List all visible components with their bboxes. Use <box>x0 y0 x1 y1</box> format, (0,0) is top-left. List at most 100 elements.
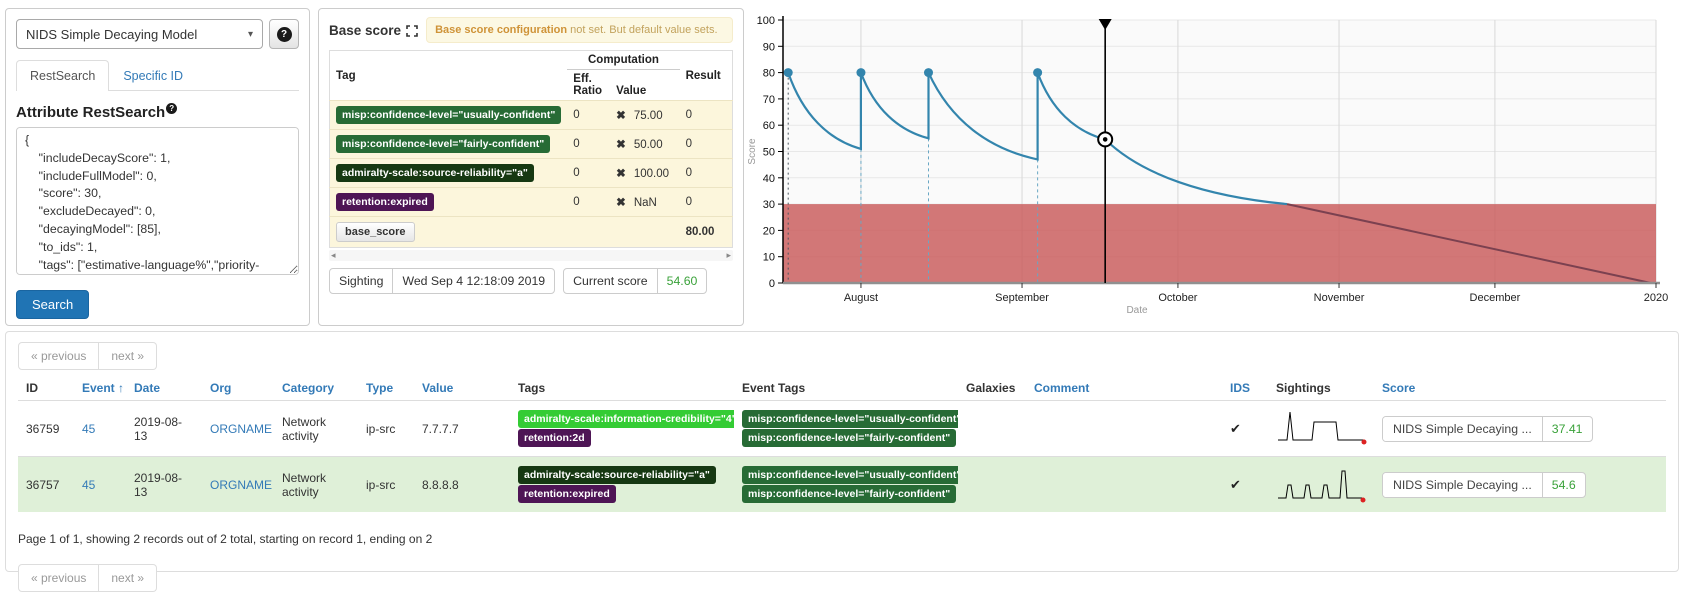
x-tick-label: December <box>1470 292 1521 304</box>
cutoff-zone <box>783 204 1656 283</box>
next-page-button[interactable]: next » <box>99 342 157 370</box>
column-header-date[interactable]: Date <box>126 376 202 401</box>
tab-specific-id[interactable]: Specific ID <box>109 60 197 91</box>
attribute-value: 7.7.7.7 <box>414 401 510 457</box>
attribute-category: Network activity <box>274 401 358 457</box>
attribute-date: 2019-08-13 <box>126 457 202 513</box>
column-header-category[interactable]: Category <box>274 376 358 401</box>
sighting-label: Sighting <box>330 269 392 293</box>
column-header-event[interactable]: Event ↑ <box>74 376 126 401</box>
y-tick-label: 70 <box>763 94 775 106</box>
column-header-ids[interactable]: IDS <box>1222 376 1268 401</box>
org-link[interactable]: ORGNAME <box>210 422 272 436</box>
score-value: 37.41 <box>1542 417 1592 441</box>
previous-page-button[interactable]: « previous <box>18 342 99 370</box>
sort-arrow-icon: ↑ <box>115 381 124 395</box>
sightings-sparkline <box>1276 463 1368 503</box>
event-link[interactable]: 45 <box>82 422 95 436</box>
attribute-tags: admiralty-scale:information-credibility=… <box>510 401 734 457</box>
ids-check-icon: ✔ <box>1230 421 1241 436</box>
column-header-type[interactable]: Type <box>358 376 414 401</box>
sighting-dot[interactable] <box>1033 68 1042 77</box>
y-tick-label: 40 <box>763 173 775 185</box>
pagination-top: « previous next » <box>18 342 157 370</box>
base-score-result: 80.00 <box>686 226 715 238</box>
tag-badge[interactable]: misp:confidence-level="usually-confident… <box>742 410 958 428</box>
score-group: NIDS Simple Decaying ...54.6 <box>1382 472 1586 498</box>
horizontal-scrollbar[interactable]: ◂ ▸ <box>329 250 733 261</box>
tab-restsearch[interactable]: RestSearch <box>16 60 109 91</box>
column-header-org[interactable]: Org <box>202 376 274 401</box>
eff-ratio-value: 0 <box>567 159 610 188</box>
col-computation: Computation <box>567 51 679 70</box>
base-score-panel: Base score Base score configuration not … <box>318 8 744 326</box>
org-link[interactable]: ORGNAME <box>210 478 272 492</box>
x-tick-label: November <box>1314 292 1365 304</box>
attribute-row: 36759452019-08-13ORGNAMENetwork activity… <box>18 401 1666 457</box>
result-value: 0 <box>680 130 733 159</box>
multiply-icon: ✖ <box>616 197 626 209</box>
galaxies-cell <box>958 457 1026 513</box>
column-header-galaxies: Galaxies <box>958 376 1026 401</box>
x-tick-label: September <box>995 292 1049 304</box>
sighting-dot[interactable] <box>924 68 933 77</box>
search-tabs: RestSearch Specific ID <box>16 59 299 91</box>
base-score-table: Tag Computation Result Eff.Ratio Value m… <box>329 50 733 248</box>
decay-score-chart[interactable]: 0102030405060708090100AugustSeptemberOct… <box>745 6 1665 336</box>
column-header-score[interactable]: Score <box>1374 376 1666 401</box>
previous-page-button[interactable]: « previous <box>18 564 99 592</box>
y-tick-label: 60 <box>763 120 775 132</box>
search-button[interactable]: Search <box>16 290 89 319</box>
tag-badge[interactable]: admiralty-scale:information-credibility=… <box>518 410 734 428</box>
score-model-button[interactable]: NIDS Simple Decaying ... <box>1383 417 1542 441</box>
attribute-type: ip-src <box>358 457 414 513</box>
tag-badge[interactable]: admiralty-scale:source-reliability="a" <box>336 164 534 182</box>
attribute-row: 36757452019-08-13ORGNAMENetwork activity… <box>18 457 1666 513</box>
column-header-comment[interactable]: Comment <box>1026 376 1222 401</box>
y-tick-label: 80 <box>763 68 775 80</box>
col-eff-ratio: Eff.Ratio <box>567 70 610 101</box>
x-axis-label: Date <box>1126 305 1148 316</box>
base-score-row: admiralty-scale:source-reliability="a"0✖… <box>330 159 733 188</box>
base-score-row: retention:expired0✖NaN0 <box>330 188 733 217</box>
column-header-value[interactable]: Value <box>414 376 510 401</box>
sighting-dot[interactable] <box>856 68 865 77</box>
sighting-dot[interactable] <box>784 68 793 77</box>
score-value: 54.6 <box>1542 473 1585 497</box>
col-value: Value <box>610 70 679 101</box>
tag-badge[interactable]: retention:expired <box>518 485 616 503</box>
result-value: 0 <box>680 159 733 188</box>
eff-ratio-value: 0 <box>567 101 610 130</box>
tag-badge[interactable]: misp:confidence-level="fairly-confident" <box>336 135 550 153</box>
score-model-button[interactable]: NIDS Simple Decaying ... <box>1383 473 1542 497</box>
comment-cell <box>1026 401 1222 457</box>
computation-value: 75.00 <box>634 110 663 122</box>
tag-badge[interactable]: misp:confidence-level="fairly-confident" <box>742 429 956 447</box>
next-page-button[interactable]: next » <box>99 564 157 592</box>
decaying-model-select[interactable]: NIDS Simple Decaying Model ▾ <box>16 19 263 49</box>
attribute-value: 8.8.8.8 <box>414 457 510 513</box>
event-link[interactable]: 45 <box>82 478 95 492</box>
event-tags: misp:confidence-level="usually-confident… <box>734 401 958 457</box>
base-score-warning: Base score configuration not set. But de… <box>426 17 733 43</box>
results-panel: « previous next » IDEvent ↑DateOrgCatego… <box>5 331 1679 572</box>
tag-badge[interactable]: retention:2d <box>518 429 591 447</box>
col-tag: Tag <box>330 51 568 101</box>
scroll-left-icon[interactable]: ◂ <box>331 250 336 261</box>
score-group: NIDS Simple Decaying ...37.41 <box>1382 416 1593 442</box>
event-tags: misp:confidence-level="usually-confident… <box>734 457 958 513</box>
y-axis-label: Score <box>747 138 758 165</box>
tag-badge[interactable]: misp:confidence-level="usually-confident… <box>742 466 958 484</box>
expand-icon[interactable] <box>406 25 418 37</box>
ids-cell: ✔ <box>1222 457 1268 513</box>
tag-badge[interactable]: admiralty-scale:source-reliability="a" <box>518 466 716 484</box>
tag-badge[interactable]: misp:confidence-level="fairly-confident" <box>742 485 956 503</box>
tag-badge[interactable]: misp:confidence-level="usually-confident… <box>336 106 561 124</box>
scroll-right-icon[interactable]: ▸ <box>726 250 731 261</box>
attribute-id: 36759 <box>18 401 74 457</box>
restsearch-query-input[interactable]: { "includeDecayScore": 1, "includeFullMo… <box>16 127 299 275</box>
column-header-event-tags: Event Tags <box>734 376 958 401</box>
model-help-button[interactable]: ? <box>269 19 299 49</box>
tag-badge[interactable]: retention:expired <box>336 193 434 211</box>
pagination-bottom: « previous next » <box>18 564 157 592</box>
